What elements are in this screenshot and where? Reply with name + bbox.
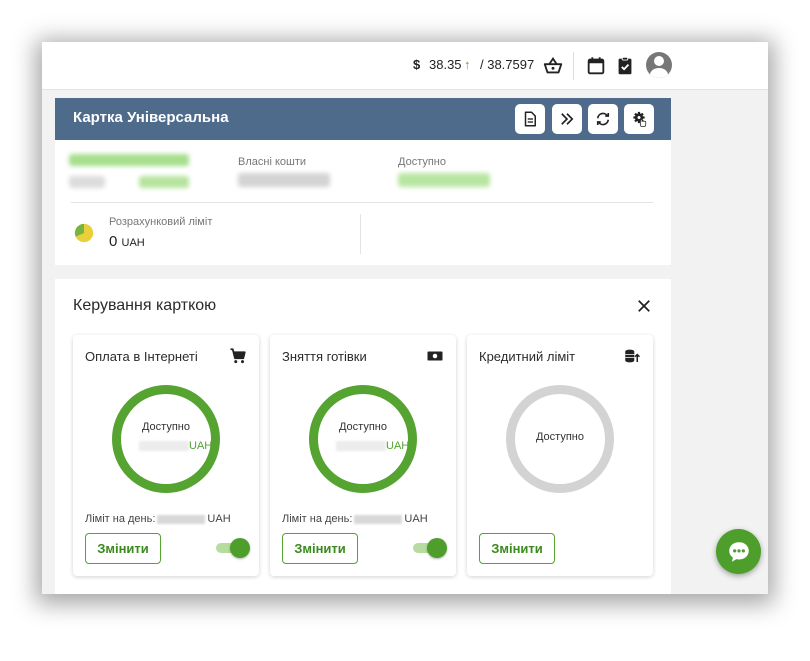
cash-withdrawal-toggle[interactable] xyxy=(413,538,447,558)
pie-chart-icon xyxy=(74,223,94,243)
statement-button[interactable] xyxy=(515,104,545,134)
rate-sell: / 38.7597 xyxy=(480,57,535,72)
card-title: Картка Універсальна xyxy=(73,109,229,126)
ring-label: Доступно xyxy=(535,431,584,443)
available-value-masked xyxy=(398,173,490,187)
refresh-icon xyxy=(596,112,610,126)
available-ring: Доступно xyxy=(506,385,614,493)
chat-bubble-icon xyxy=(728,541,749,562)
statement-icon xyxy=(524,111,536,127)
topbar-divider xyxy=(573,52,574,80)
settlement-limit-value: 0 UAH xyxy=(109,233,145,250)
close-icon[interactable] xyxy=(635,297,653,315)
available-ring: Доступно UAH xyxy=(309,385,417,493)
tile-internet-payments: Оплата в Інтернеті Доступно UAH Ліміт на… xyxy=(73,335,259,576)
forward-icon xyxy=(561,113,574,125)
user-avatar-icon[interactable] xyxy=(646,52,672,78)
gear-icon xyxy=(633,111,647,127)
calendar-icon[interactable] xyxy=(585,55,607,77)
day-limit: Ліміт на день: UAH xyxy=(282,513,428,525)
settlement-limit-label: Розрахунковий ліміт xyxy=(109,216,213,228)
card-number-masked xyxy=(69,154,189,166)
change-internet-limit-button[interactable]: Змінити xyxy=(85,533,161,564)
rate-buy: 38.35 xyxy=(429,57,462,72)
ring-amount: UAH xyxy=(336,440,409,452)
cash-icon xyxy=(427,351,443,361)
available-label: Доступно xyxy=(398,156,447,168)
tile-title: Кредитний ліміт xyxy=(479,349,576,364)
management-title: Керування карткою xyxy=(73,297,217,314)
day-limit: Ліміт на день: UAH xyxy=(85,513,231,525)
card-management-panel: Керування карткою Оплата в Інтернеті Дос… xyxy=(55,279,671,594)
change-cash-limit-button[interactable]: Змінити xyxy=(282,533,358,564)
ring-label: Доступно xyxy=(141,421,190,433)
tile-title: Оплата в Інтернеті xyxy=(85,349,198,364)
available-ring: Доступно UAH xyxy=(112,385,220,493)
card-header: Картка Універсальна xyxy=(55,98,671,140)
top-bar: $ 38.35 ↑ / 38.7597 xyxy=(42,42,768,90)
change-credit-limit-button[interactable]: Змінити xyxy=(479,533,555,564)
transfer-button[interactable] xyxy=(552,104,582,134)
clipboard-check-icon[interactable] xyxy=(614,55,636,77)
card-balance-masked xyxy=(139,176,189,188)
coins-up-icon xyxy=(625,349,641,363)
info-vertical-divider xyxy=(360,214,361,254)
currency-symbol: $ xyxy=(413,57,421,72)
own-funds-value-masked xyxy=(238,173,330,187)
ring-amount: UAH xyxy=(139,440,212,452)
settings-button[interactable] xyxy=(624,104,654,134)
card-expiry-masked xyxy=(69,176,105,188)
ring-label: Доступно xyxy=(338,421,387,433)
chat-button[interactable] xyxy=(716,529,761,574)
tile-title: Зняття готівки xyxy=(282,349,367,364)
rate-up-arrow: ↑ xyxy=(464,57,471,72)
internet-payments-toggle[interactable] xyxy=(216,538,250,558)
info-divider xyxy=(71,202,653,203)
app-window: $ 38.35 ↑ / 38.7597 Картка Універсальна xyxy=(42,42,768,594)
tile-credit-limit: Кредитний ліміт Доступно Змінити xyxy=(467,335,653,576)
basket-icon[interactable] xyxy=(542,55,564,77)
own-funds-label: Власні кошти xyxy=(238,156,307,168)
shopping-cart-icon xyxy=(230,348,246,364)
refresh-button[interactable] xyxy=(588,104,618,134)
tile-cash-withdrawal: Зняття готівки Доступно UAH Ліміт на ден… xyxy=(270,335,456,576)
card-info-panel: Власні кошти Доступно Розрахунковий лімі… xyxy=(55,140,671,265)
